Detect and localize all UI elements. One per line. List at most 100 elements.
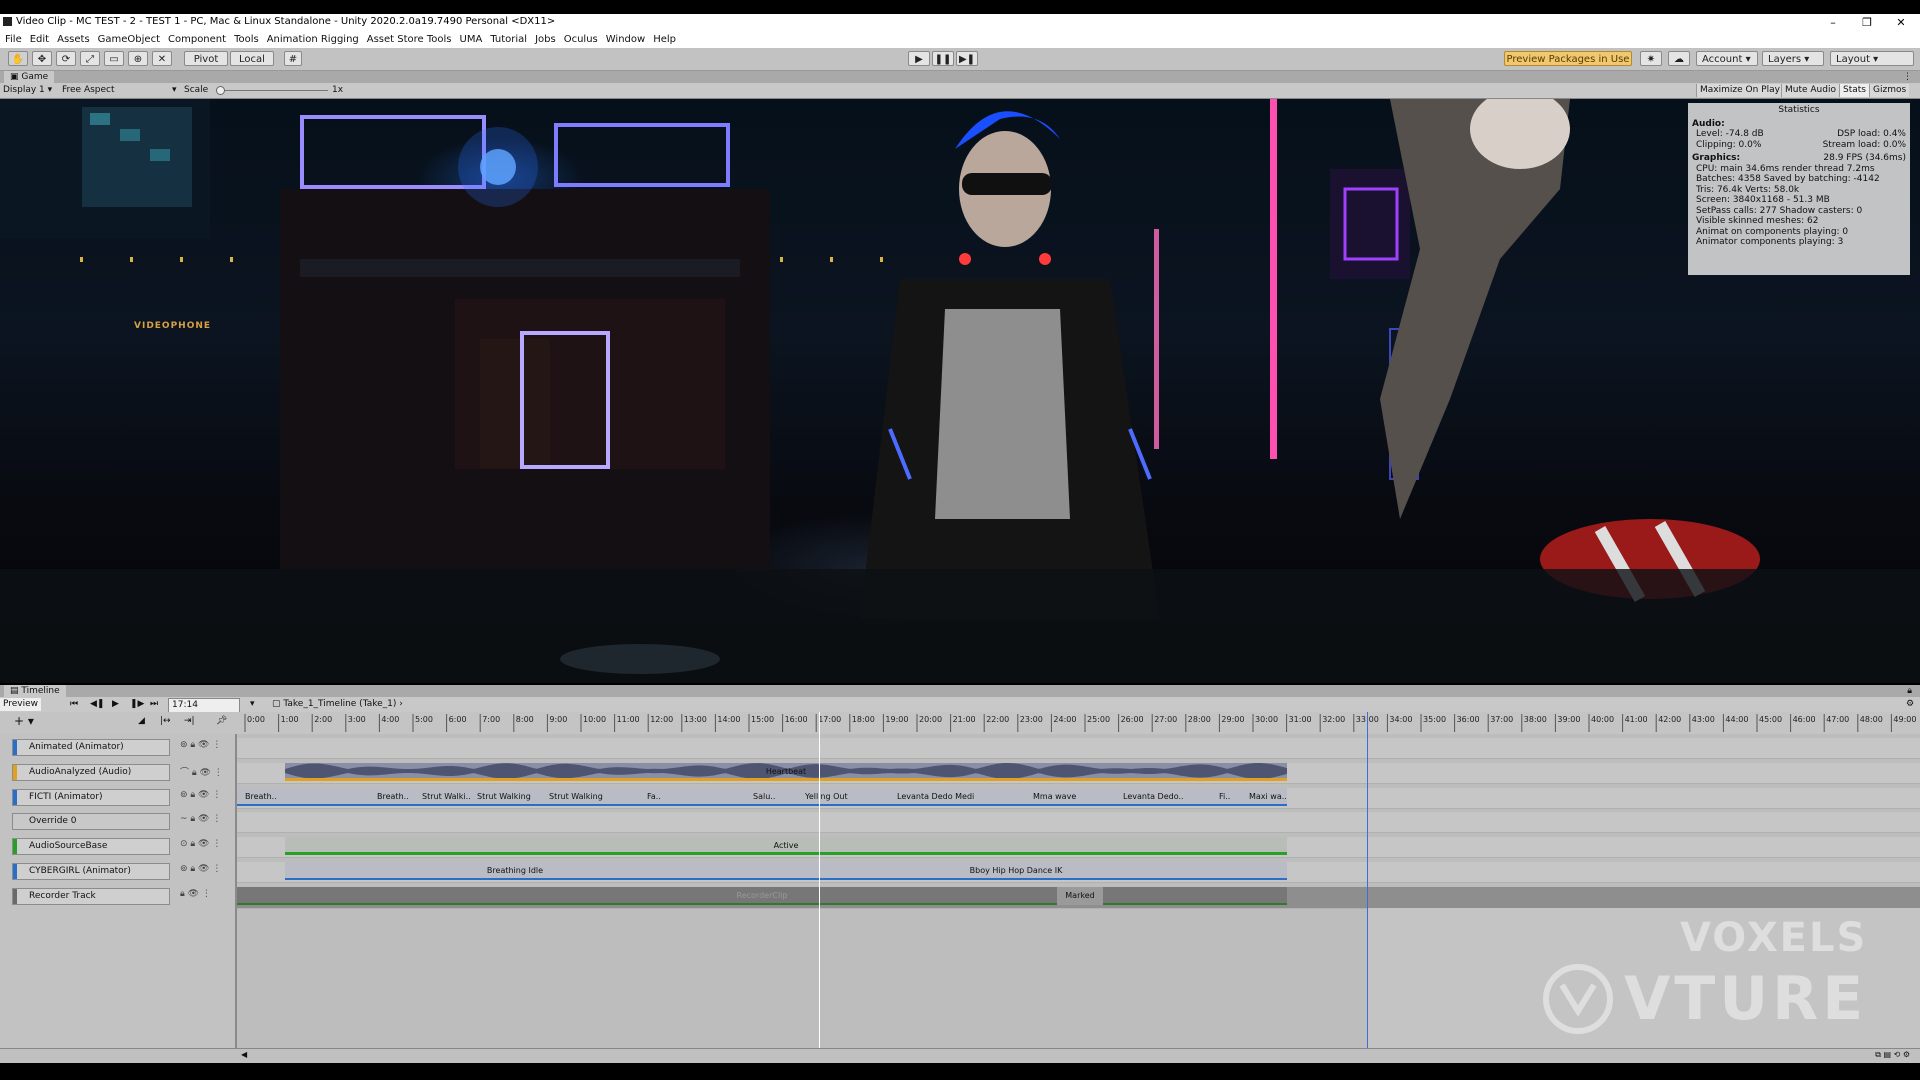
timeline-tab-bar: ▤ Timeline 🔒︎ xyxy=(0,685,1920,697)
maximize-on-play-toggle[interactable]: Maximize On Play xyxy=(1696,84,1783,97)
menu-oculus[interactable]: Oculus xyxy=(564,34,598,45)
pause-button[interactable]: ❚❚ xyxy=(932,51,954,66)
tab-timeline[interactable]: ▤ Timeline xyxy=(4,685,66,697)
stats-animations: Animat on components playing: 0 xyxy=(1696,226,1849,237)
menu-edit[interactable]: Edit xyxy=(30,34,49,45)
layout-dropdown[interactable]: Layout ▾ xyxy=(1830,51,1914,66)
preview-toggle[interactable]: Preview xyxy=(0,698,42,711)
menu-asset-store-tools[interactable]: Asset Store Tools xyxy=(367,34,452,45)
local-toggle[interactable]: Local xyxy=(230,51,274,66)
ruler-tick-label: 1:00 xyxy=(281,715,299,724)
track-recorder[interactable]: Recorder Track xyxy=(12,888,170,905)
timeline-settings-icon[interactable]: ⚙ xyxy=(1906,698,1914,711)
marked-clip[interactable]: Marked xyxy=(1057,887,1103,905)
play-button[interactable]: ▶ xyxy=(908,51,930,66)
menu-tools[interactable]: Tools xyxy=(234,34,259,45)
close-button[interactable]: ✕ xyxy=(1886,14,1916,31)
display-dropdown[interactable]: Display 1 ▾ xyxy=(3,84,52,97)
grid-snap-icon[interactable]: # xyxy=(284,51,302,66)
track-ficti-controls[interactable]: ⊚ 🔒︎ 👁︎ ⋮ xyxy=(180,790,221,800)
track-animated[interactable]: Animated (Animator) xyxy=(12,739,170,756)
menu-tutorial[interactable]: Tutorial xyxy=(490,34,527,45)
next-frame-icon[interactable]: ❚▶ xyxy=(130,698,144,711)
ruler-tick-label: 39:00 xyxy=(1557,715,1580,724)
menu-file[interactable]: File xyxy=(5,34,22,45)
scroll-left-icon[interactable]: ◀ xyxy=(241,1050,247,1059)
track-override-controls[interactable]: ~ 🔒︎ 👁︎ ⋮ xyxy=(180,814,221,824)
goto-start-icon[interactable]: ⏮ xyxy=(70,698,78,711)
track-cybergirl[interactable]: CYBERGIRL (Animator) xyxy=(12,863,170,880)
collab-icon[interactable]: ✷ xyxy=(1640,51,1662,66)
rotate-tool-icon[interactable]: ⟳ xyxy=(56,51,76,66)
move-tool-icon[interactable]: ✥ xyxy=(32,51,52,66)
videophone-sign: VIDEOPHONE xyxy=(134,321,212,331)
menu-uma[interactable]: UMA xyxy=(460,34,483,45)
aspect-dropdown[interactable]: Free Aspect xyxy=(62,84,115,97)
maximize-button[interactable]: ❐ xyxy=(1852,14,1882,31)
menu-window[interactable]: Window xyxy=(606,34,645,45)
rect-tool-icon[interactable]: ▭ xyxy=(104,51,124,66)
playhead[interactable] xyxy=(819,712,820,1048)
account-dropdown[interactable]: Account ▾ xyxy=(1696,51,1758,66)
menu-jobs[interactable]: Jobs xyxy=(535,34,556,45)
track-recorder-controls[interactable]: 🔒︎ 👁︎ ⋮ xyxy=(180,889,211,899)
timeline-lock-icon[interactable]: 🔒︎ xyxy=(1907,685,1912,697)
mute-audio-toggle[interactable]: Mute Audio xyxy=(1781,84,1839,97)
ficti-clip-label: Strut Walking xyxy=(477,792,531,801)
marker-pin-icon[interactable]: 📌︎ xyxy=(216,715,227,728)
custom-tool-icon[interactable]: ✕ xyxy=(152,51,172,66)
menu-assets[interactable]: Assets xyxy=(57,34,90,45)
track-ficti[interactable]: FICTI (Animator) xyxy=(12,789,170,806)
ripple-icon[interactable]: |↔ xyxy=(160,715,171,728)
timeline-end-marker[interactable] xyxy=(1367,712,1368,1048)
prev-frame-icon[interactable]: ◀❚ xyxy=(90,698,104,711)
track-audio-controls[interactable]: ⌒ 🔒︎ 👁︎ ⋮ xyxy=(180,765,223,778)
scale-tool-icon[interactable]: ⤢ xyxy=(80,51,100,66)
track-animated-controls[interactable]: ⊚ 🔒︎ 👁︎ ⋮ xyxy=(180,740,221,750)
scale-slider[interactable] xyxy=(216,90,328,91)
pivot-toggle[interactable]: Pivot xyxy=(184,51,228,66)
track-audio-analyzed[interactable]: AudioAnalyzed (Audio) xyxy=(12,764,170,781)
ruler-tick-label: 7:00 xyxy=(482,715,500,724)
activation-clip[interactable]: Active xyxy=(285,837,1287,855)
ruler-tick-label: 27:00 xyxy=(1154,715,1177,724)
track-label: FICTI (Animator) xyxy=(29,792,103,802)
scale-slider-handle[interactable] xyxy=(216,86,225,95)
gizmos-dropdown[interactable]: Gizmos xyxy=(1869,84,1910,97)
menu-help[interactable]: Help xyxy=(653,34,676,45)
cyber-clip-dance[interactable]: Bboy Hip Hop Dance IK xyxy=(745,862,1287,880)
current-time-field[interactable]: 17:14 xyxy=(168,698,240,713)
menu-animation-rigging[interactable]: Animation Rigging xyxy=(267,34,359,45)
minimize-button[interactable]: – xyxy=(1818,14,1848,31)
recorder-clip[interactable]: RecorderClip xyxy=(237,887,1287,905)
hand-tool-icon[interactable]: ✋ xyxy=(8,51,28,66)
goto-end-icon[interactable]: ⏭ xyxy=(150,698,158,711)
main-toolbar: ✋ ✥ ⟳ ⤢ ▭ ⊕ ✕ Pivot Local # ▶ ❚❚ ▶❚ Prev… xyxy=(0,48,1920,80)
edit-mode-icon[interactable]: ◢ xyxy=(138,715,145,728)
track-activation-controls[interactable]: ⊙ 🔒︎ 👁︎ ⋮ xyxy=(180,839,221,849)
timeline-asset-breadcrumb[interactable]: ▢ Take_1_Timeline (Take_1) › xyxy=(272,698,403,711)
stats-toggle[interactable]: Stats xyxy=(1839,84,1869,97)
track-cybergirl-controls[interactable]: ⊚ 🔒︎ 👁︎ ⋮ xyxy=(180,864,221,874)
snap-icon[interactable]: ⇥| xyxy=(184,715,195,728)
add-track-button[interactable]: + ▾ xyxy=(14,715,34,728)
layers-dropdown[interactable]: Layers ▾ xyxy=(1762,51,1824,66)
aspect-chevron-icon[interactable]: ▾ xyxy=(172,84,177,97)
timeline-ruler[interactable]: 0:00 1:00 2:00 3:00 4:00 5:00 6:00 7:00 8:00 9:00… xyxy=(237,712,1920,734)
preview-packages-button[interactable]: Preview Packages in Use ▾ xyxy=(1504,51,1632,80)
time-format-dropdown[interactable]: ▾ xyxy=(250,698,255,711)
cloud-icon[interactable]: ☁ xyxy=(1668,51,1690,66)
transform-tool-icon[interactable]: ⊕ xyxy=(128,51,148,66)
menu-component[interactable]: Component xyxy=(168,34,226,45)
audio-clip[interactable]: Heartbeat xyxy=(285,763,1287,781)
lane-activation: Active xyxy=(237,837,1920,858)
game-viewport[interactable]: VIDEOPHONE xyxy=(0,99,1920,683)
tab-game[interactable]: ▣ Game xyxy=(4,71,55,83)
timeline-play-icon[interactable]: ▶ xyxy=(112,698,119,711)
track-override[interactable]: Override 0 xyxy=(12,813,170,830)
step-button[interactable]: ▶❚ xyxy=(956,51,978,66)
menu-gameobject[interactable]: GameObject xyxy=(98,34,160,45)
track-audiosourcebase[interactable]: AudioSourceBase xyxy=(12,838,170,855)
panel-menu-icon[interactable]: ⋮ xyxy=(1903,71,1912,83)
cyber-clip-breathing[interactable]: Breathing Idle xyxy=(285,862,745,880)
